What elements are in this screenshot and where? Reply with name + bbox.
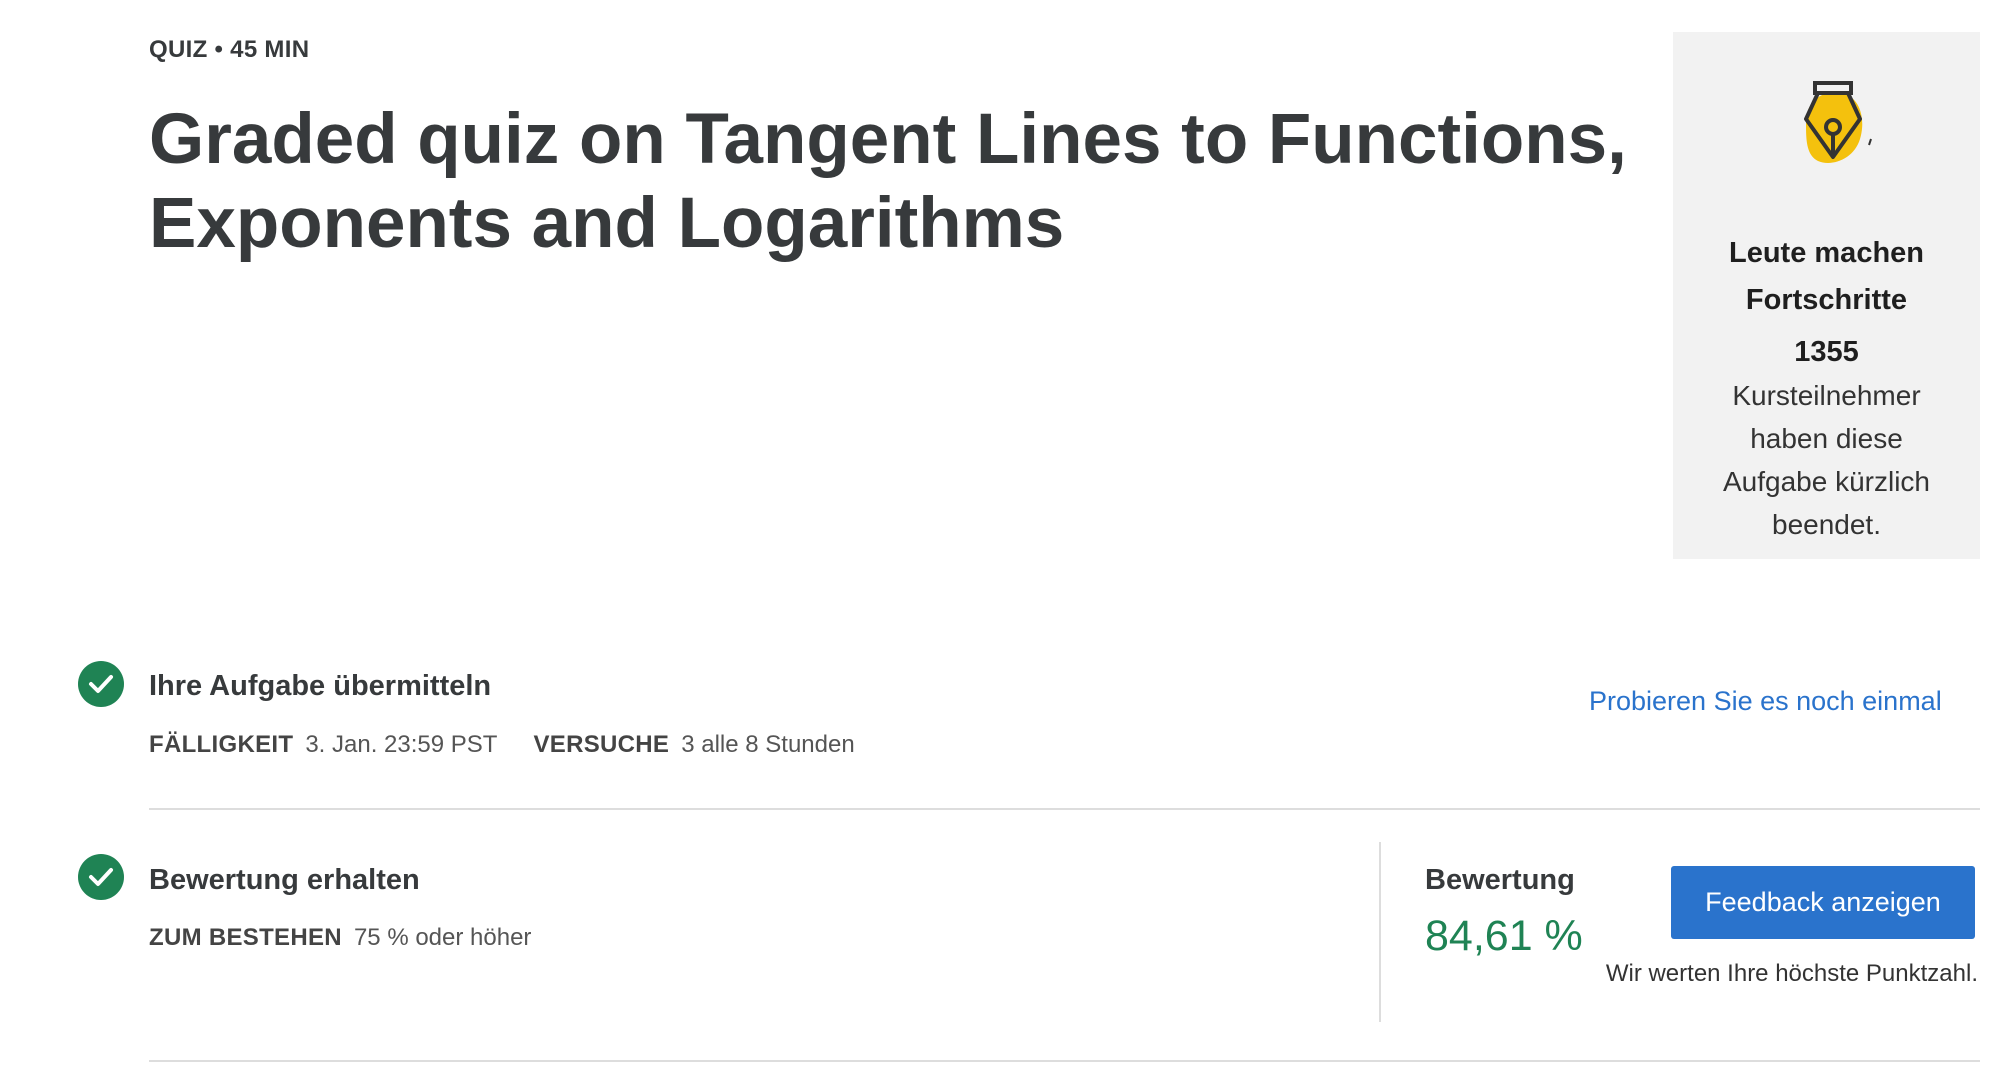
attempts-label: VERSUCHE <box>533 731 670 758</box>
section-divider <box>149 1060 1980 1062</box>
grade-value: 84,61 % <box>1425 912 1583 960</box>
page-title: Graded quiz on Tangent Lines to Function… <box>149 100 1627 263</box>
check-icon <box>78 661 124 707</box>
highest-score-note: Wir werten Ihre höchste Punktzahl. <box>1605 960 1978 987</box>
due-label: FÄLLIGKEIT <box>149 731 294 758</box>
check-icon <box>78 854 124 900</box>
pass-meta: ZUM BESTEHEN 75 % oder höher <box>149 924 531 952</box>
feedback-button[interactable]: Feedback anzeigen <box>1671 866 1975 939</box>
submit-section-title: Ihre Aufgabe übermitteln <box>149 670 492 702</box>
pass-value: 75 % oder höher <box>353 924 532 951</box>
vertical-divider <box>1379 842 1381 1022</box>
section-divider <box>149 808 1980 810</box>
submit-meta: FÄLLIGKEIT 3. Jan. 23:59 PST VERSUCHE 3 all… <box>149 731 855 759</box>
attempts-value: 3 alle 8 Stunden <box>681 731 855 758</box>
due-value: 3. Jan. 23:59 PST <box>305 731 498 758</box>
retry-link[interactable]: Probieren Sie es noch einmal <box>1589 686 1942 717</box>
progress-text: Kursteilnehmer haben diese Aufgabe kürzl… <box>1722 380 1930 540</box>
grade-section-title: Bewertung erhalten <box>149 864 420 896</box>
progress-heading: Leute machen Fortschritte <box>1729 237 1924 316</box>
item-meta: QUIZ • 45 MIN <box>149 36 310 63</box>
pass-label: ZUM BESTEHEN <box>149 924 342 951</box>
progress-card: Leute machen Fortschritte 1355 Kursteiln… <box>1673 32 1980 559</box>
progress-count: 1355 <box>1794 336 1859 368</box>
grade-label: Bewertung <box>1425 864 1575 896</box>
pen-nib-icon <box>1776 77 1876 177</box>
